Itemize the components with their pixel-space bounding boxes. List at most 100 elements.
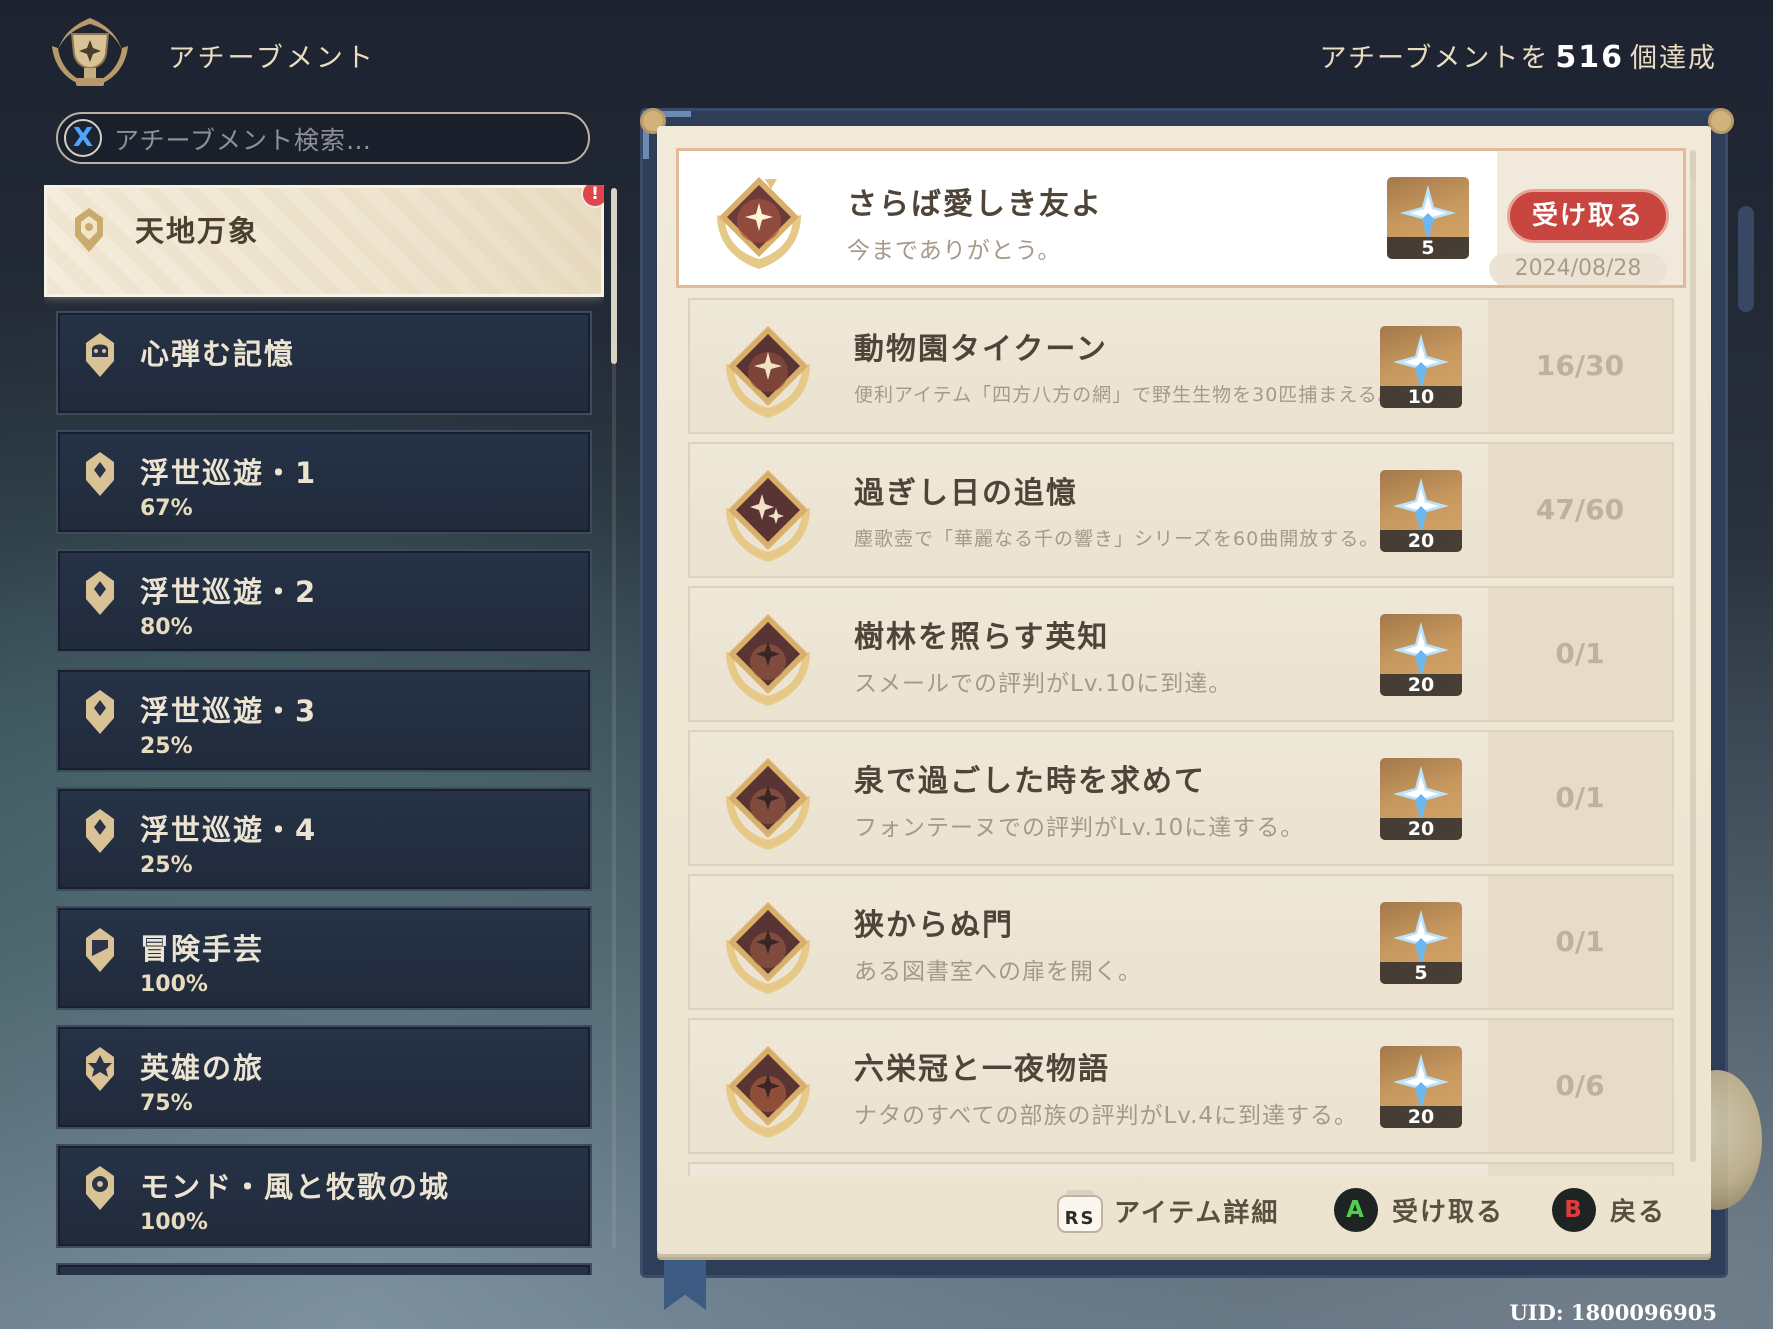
- category-icon: [86, 1166, 114, 1210]
- hint-item-detail[interactable]: RS アイテム詳細: [1056, 1188, 1279, 1233]
- category-icon: [86, 809, 114, 853]
- achievement-row[interactable]: 動物園タイクーン 便利アイテム「四方八方の網」で野生生物を30匹捕まえる。 10…: [688, 298, 1674, 434]
- category-eiyuu-no-tabi[interactable]: 英雄の旅 75%: [56, 1025, 592, 1129]
- reward-primogem[interactable]: 20: [1380, 470, 1462, 552]
- rs-stick-icon: RS: [1057, 1190, 1103, 1233]
- reward-quantity: 5: [1387, 237, 1469, 259]
- frame-corner-ornament: [1708, 108, 1734, 134]
- achievement-scrollbar[interactable]: [1690, 150, 1696, 1162]
- achievement-row[interactable]: さらば愛しき友よ 今までありがとう。 5 受け取る 2024/08/28: [676, 148, 1686, 288]
- category-ukiyo-junyuu-1[interactable]: 浮世巡遊・1 67%: [56, 430, 592, 534]
- primogem-icon: [1393, 910, 1449, 966]
- category-name: 英雄の旅: [140, 1051, 265, 1085]
- primogem-icon: [1393, 478, 1449, 534]
- category-next-partial[interactable]: [56, 1263, 592, 1275]
- achievement-title: 過ぎし日の追憶: [854, 476, 1078, 511]
- category-list[interactable]: 天地万象 ! 心弾む記憶 浮世巡遊・1 67% 浮世巡遊・2 80% 浮世巡遊・…: [44, 185, 604, 1275]
- achievement-progress: 0/1: [1555, 925, 1605, 958]
- category-percent: 100%: [140, 972, 208, 997]
- side-tab: [1738, 206, 1754, 312]
- category-name: 天地万象: [135, 214, 260, 248]
- a-label: 受け取る: [1392, 1197, 1505, 1228]
- reward-primogem[interactable]: 5: [1387, 177, 1469, 259]
- category-icon: [86, 333, 114, 377]
- achievement-medal-icon: [726, 902, 810, 994]
- achievement-description: 便利アイテム「四方八方の網」で野生生物を30匹捕まえる。: [854, 384, 1398, 406]
- alert-badge: !: [581, 185, 604, 208]
- category-tenchi-banshou[interactable]: 天地万象 !: [44, 185, 604, 297]
- reward-quantity: 20: [1380, 818, 1462, 840]
- reward-primogem[interactable]: 20: [1380, 758, 1462, 840]
- category-mondstadt[interactable]: モンド・風と牧歌の城 100%: [56, 1144, 592, 1248]
- achievement-progress: 16/30: [1535, 349, 1625, 382]
- category-percent: 25%: [140, 853, 193, 878]
- category-name: 冒険手芸: [140, 932, 265, 966]
- achievement-count-suffix: 個達成: [1630, 43, 1717, 74]
- achievement-list[interactable]: さらば愛しき友よ 今までありがとう。 5 受け取る 2024/08/28 動物園…: [676, 148, 1686, 1176]
- category-name: 浮世巡遊・4: [140, 813, 318, 847]
- hint-claim[interactable]: A 受け取る: [1334, 1188, 1504, 1232]
- achievement-description: 今までありがとう。: [847, 238, 1062, 264]
- achievement-description: フォンテーヌでの評判がLv.10に達する。: [854, 815, 1305, 841]
- category-percent: 25%: [140, 734, 193, 759]
- category-name: 浮世巡遊・3: [140, 694, 318, 728]
- category-percent: 67%: [140, 496, 193, 521]
- achievement-medal-icon: [726, 614, 810, 706]
- achievement-side: [1488, 1164, 1672, 1176]
- category-kokoro-hazumu-kioku[interactable]: 心弾む記憶: [56, 311, 592, 415]
- category-percent: 75%: [140, 1091, 193, 1116]
- category-scrollbar[interactable]: [611, 188, 617, 364]
- category-name: モンド・風と牧歌の城: [140, 1170, 451, 1204]
- hint-back[interactable]: B 戻る: [1552, 1188, 1666, 1232]
- achievement-medal-icon: [726, 470, 810, 562]
- achievement-row[interactable]: 過ぎし日の追憶 塵歌壺で「華麗なる千の響き」シリーズを60曲開放する。 20 4…: [688, 442, 1674, 578]
- achievement-count: アチーブメントを 516 個達成: [1320, 36, 1717, 75]
- achievement-count-number: 516: [1555, 40, 1624, 75]
- category-name: 心弾む記憶: [140, 337, 296, 371]
- primogem-icon: [1393, 622, 1449, 678]
- reward-primogem[interactable]: 20: [1380, 1046, 1462, 1128]
- achievement-title: 樹林を照らす英知: [854, 620, 1110, 655]
- achievement-main: [690, 1164, 1490, 1176]
- category-ukiyo-junyuu-4[interactable]: 浮世巡遊・4 25%: [56, 787, 592, 891]
- category-name: 浮世巡遊・2: [140, 575, 318, 609]
- category-bouken-shugei[interactable]: 冒険手芸 100%: [56, 906, 592, 1010]
- reward-primogem[interactable]: 5: [1380, 902, 1462, 984]
- b-button-icon: B: [1552, 1188, 1596, 1232]
- achievement-description: 塵歌壺で「華麗なる千の響き」シリーズを60曲開放する。: [854, 528, 1380, 550]
- a-button-icon: A: [1334, 1188, 1378, 1232]
- uid-label: UID: 1800096905: [1509, 1300, 1717, 1325]
- achievement-medal-icon: [726, 1046, 810, 1138]
- reward-quantity: 5: [1380, 962, 1462, 984]
- achievement-row-partial[interactable]: [688, 1162, 1674, 1176]
- search-input[interactable]: [112, 122, 576, 158]
- achievement-title: さらば愛しき友よ: [847, 187, 1103, 222]
- search-bar[interactable]: X: [56, 112, 590, 164]
- reward-primogem[interactable]: 10: [1380, 326, 1462, 408]
- reward-quantity: 20: [1380, 674, 1462, 696]
- achievement-title: 狭からぬ門: [854, 908, 1014, 943]
- achievement-row[interactable]: 六栄冠と一夜物語 ナタのすべての部族の評判がLv.4に到達する。 20 0/6: [688, 1018, 1674, 1154]
- category-icon: [86, 928, 114, 972]
- achievement-scroll-thumb[interactable]: [1690, 150, 1696, 180]
- achievement-row[interactable]: 狭からぬ門 ある図書室への扉を開く。 5 0/1: [688, 874, 1674, 1010]
- reward-quantity: 10: [1380, 386, 1462, 408]
- controller-hints: RS アイテム詳細 A 受け取る B 戻る: [1050, 1178, 1690, 1238]
- reward-primogem[interactable]: 20: [1380, 614, 1462, 696]
- category-icon: [86, 690, 114, 734]
- achievement-date: 2024/08/28: [1489, 253, 1667, 285]
- category-ukiyo-junyuu-2[interactable]: 浮世巡遊・2 80%: [56, 549, 592, 653]
- page-title: アチーブメント: [168, 43, 376, 74]
- achievement-row[interactable]: 泉で過ごした時を求めて フォンテーヌでの評判がLv.10に達する。 20 0/1: [688, 730, 1674, 866]
- rs-label: RS: [1065, 1208, 1096, 1229]
- achievement-row[interactable]: 樹林を照らす英知 スメールでの評判がLv.10に到達。 20 0/1: [688, 586, 1674, 722]
- claim-button[interactable]: 受け取る: [1507, 189, 1669, 243]
- achievement-medal-icon: [726, 326, 810, 418]
- search-x-button[interactable]: X: [64, 119, 102, 157]
- achievement-progress: 47/60: [1535, 493, 1625, 526]
- category-ukiyo-junyuu-3[interactable]: 浮世巡遊・3 25%: [56, 668, 592, 772]
- achievement-description: ナタのすべての部族の評判がLv.4に到達する。: [854, 1103, 1359, 1129]
- reward-quantity: 20: [1380, 530, 1462, 552]
- achievement-medal-icon: [717, 169, 801, 269]
- primogem-icon: [1393, 1054, 1449, 1110]
